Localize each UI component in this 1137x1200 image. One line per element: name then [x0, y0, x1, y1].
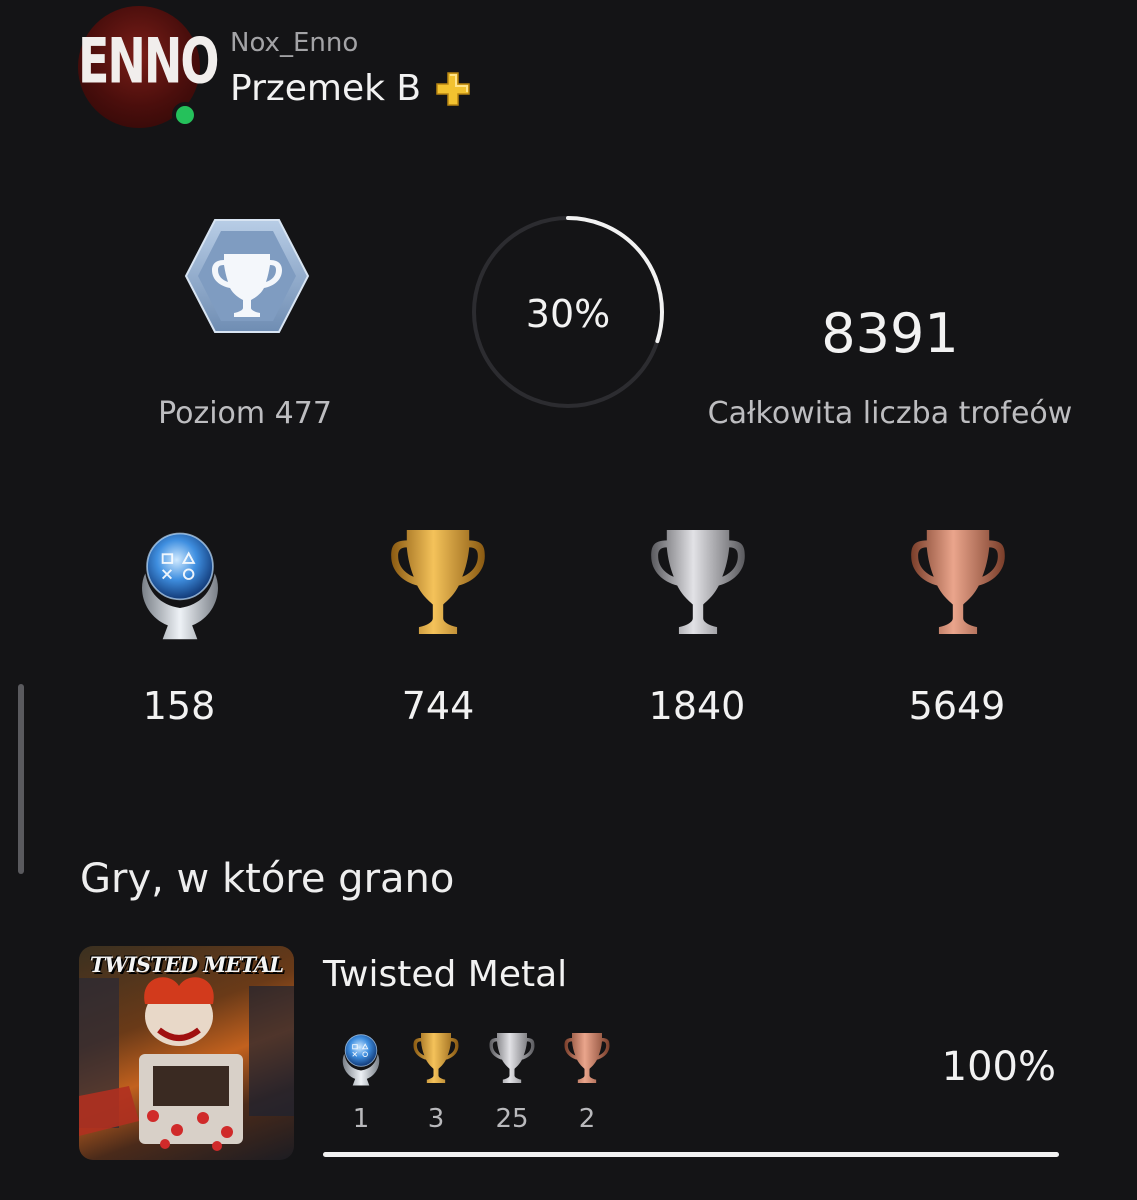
- silver-trophy-count: 1840: [648, 684, 746, 728]
- trophy-level-badge-icon: [184, 219, 310, 333]
- profile-name-row: Przemek B: [230, 68, 471, 109]
- game-gold-icon: [411, 1026, 461, 1090]
- platinum-trophy-icon: [128, 510, 232, 654]
- played-games-heading: Gry, w które grano: [80, 856, 455, 902]
- bronze-trophy-icon: [906, 510, 1010, 654]
- silver-trophy-icon: [646, 510, 750, 654]
- game-progress-bar: [323, 1152, 1059, 1157]
- trophy-level-label: Poziom 477: [158, 396, 332, 431]
- game-gold-count: 3: [427, 1104, 445, 1134]
- game-platinum-icon: [336, 1026, 386, 1090]
- game-progress-fill: [323, 1152, 1059, 1157]
- game-title[interactable]: Twisted Metal: [323, 954, 567, 995]
- gold-trophy-icon: [386, 510, 490, 654]
- profile-avatar[interactable]: ENNO: [78, 6, 220, 128]
- scrollbar-thumb[interactable]: [18, 684, 24, 874]
- bronze-trophy-count: 5649: [908, 684, 1006, 728]
- game-bronze-count: 2: [578, 1104, 596, 1134]
- game-silver-count: 25: [495, 1104, 529, 1134]
- total-trophies-count: 8391: [821, 302, 959, 365]
- game-progress-percent: 100%: [941, 1044, 1056, 1090]
- gold-trophy-count: 744: [401, 684, 475, 728]
- game-platinum-count: 1: [352, 1104, 370, 1134]
- total-trophies-label: Całkowita liczba trofeów: [707, 396, 1073, 431]
- level-progress-percent: 30%: [525, 292, 611, 336]
- avatar-logo-text: ENNO: [78, 24, 220, 98]
- cover-artwork-clown-truck: [79, 977, 294, 1151]
- online-status-indicator: [172, 102, 198, 128]
- ps-plus-icon: [436, 71, 470, 106]
- online-id: Nox_Enno: [230, 28, 359, 58]
- game-silver-icon: [487, 1026, 537, 1090]
- real-name: Przemek B: [230, 68, 422, 109]
- game-bronze-icon: [562, 1026, 612, 1090]
- platinum-trophy-count: 158: [142, 684, 216, 728]
- game-cover-art[interactable]: TWISTED METAL: [79, 946, 294, 1160]
